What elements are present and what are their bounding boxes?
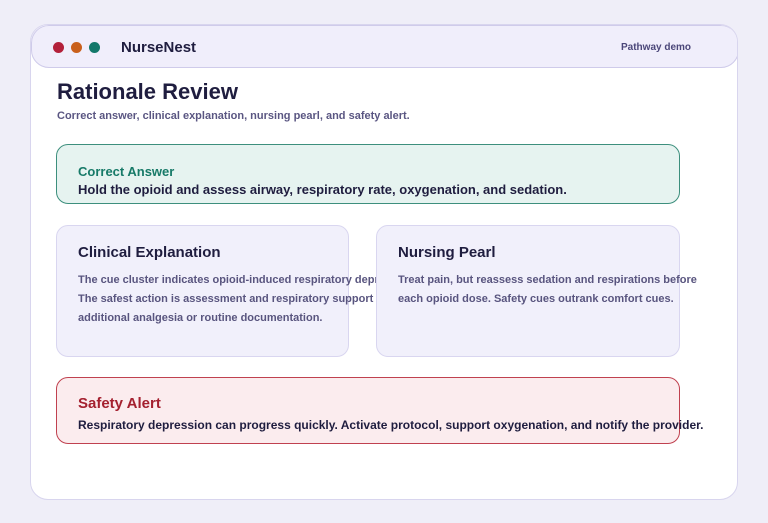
page-subtitle: Correct answer, clinical explanation, nu… xyxy=(57,110,410,122)
nursing-pearl-body: Treat pain, but reassess sedation and re… xyxy=(398,271,697,309)
close-window-dot[interactable] xyxy=(53,42,64,53)
page: NurseNest Pathway demo Rationale Review … xyxy=(0,0,768,523)
clinical-explanation-line: additional analgesia or routine document… xyxy=(78,312,323,324)
safety-alert-card: Safety Alert Respiratory depression can … xyxy=(56,377,703,444)
minimize-window-dot[interactable] xyxy=(71,42,82,53)
clinical-explanation-line: The cue cluster indicates opioid-induced… xyxy=(78,274,417,286)
clinical-explanation-body: The cue cluster indicates opioid-induced… xyxy=(78,271,417,328)
clinical-explanation-heading: Clinical Explanation xyxy=(78,244,221,261)
nursing-pearl-line: Treat pain, but reassess sedation and re… xyxy=(398,274,697,286)
nursing-pearl-line: each opioid dose. Safety cues outrank co… xyxy=(398,293,674,305)
correct-answer-card: Correct Answer Hold the opioid and asses… xyxy=(56,144,680,204)
title-bar: NurseNest Pathway demo xyxy=(31,25,737,68)
nursing-pearl-card: Nursing Pearl Treat pain, but reassess s… xyxy=(376,225,697,357)
correct-answer-label: Correct Answer xyxy=(78,164,175,179)
app-name: NurseNest xyxy=(121,39,197,56)
clinical-explanation-line: The safest action is assessment and resp… xyxy=(78,293,410,305)
safety-alert-label: Safety Alert xyxy=(78,395,161,412)
clinical-explanation-card: Clinical Explanation The cue cluster ind… xyxy=(56,225,417,357)
correct-answer-text: Hold the opioid and assess airway, respi… xyxy=(78,182,567,197)
nursing-pearl-heading: Nursing Pearl xyxy=(398,244,496,261)
maximize-window-dot[interactable] xyxy=(89,42,100,53)
mode-label: Pathway demo xyxy=(621,42,692,53)
safety-alert-text: Respiratory depression can progress quic… xyxy=(78,418,704,432)
page-title: Rationale Review xyxy=(57,79,238,104)
app-window: NurseNest Pathway demo Rationale Review … xyxy=(30,24,738,500)
